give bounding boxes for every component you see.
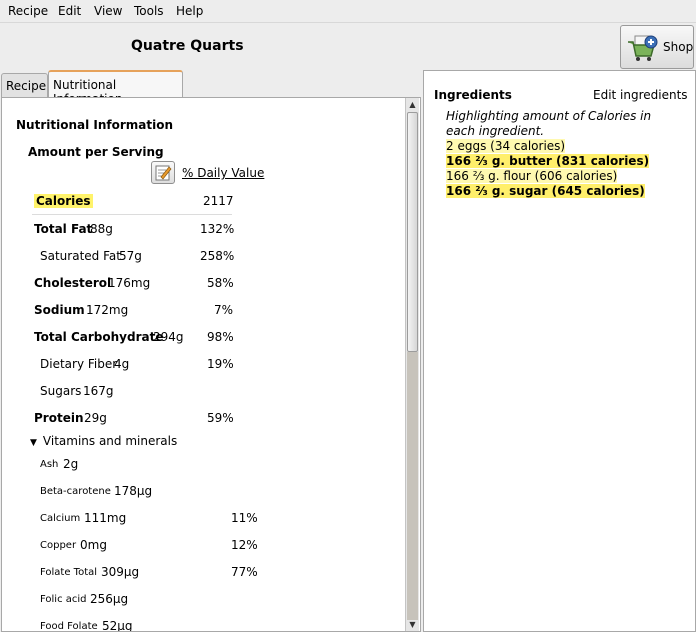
edit-daily-value-button[interactable] (151, 161, 175, 184)
scroll-down-icon[interactable]: ▼ (406, 619, 419, 631)
nutrient-name: Saturated Fat (40, 249, 121, 263)
ingredients-heading: Ingredients (434, 88, 512, 102)
nutrient-amount: 4g (114, 357, 130, 371)
edit-icon (155, 165, 172, 181)
scrollbar-thumb[interactable] (407, 112, 418, 352)
shopping-cart-icon (628, 35, 658, 61)
nutrient-amount: 172mg (86, 303, 129, 317)
nutrient-amount: 176mg (108, 276, 151, 290)
menu-help[interactable]: Help (176, 4, 203, 18)
vitamin-name: Folate Total (40, 567, 98, 578)
nutrition-panel: Nutritional Information Amount per Servi… (1, 97, 421, 632)
nutrient-name: Protein (34, 411, 84, 425)
menu-recipe[interactable]: Recipe (8, 4, 48, 18)
amount-per-serving-label: Amount per Serving (28, 145, 164, 159)
vitamin-name: Food Folate (40, 621, 98, 632)
nutrient-daily-value: 59% (207, 411, 234, 425)
vitamin-name: Copper (40, 540, 77, 551)
nutrient-name: Sugars (40, 384, 82, 398)
nutrient-amount: 29g (84, 411, 107, 425)
vitamins-expander[interactable]: ▼ Vitamins and minerals (30, 434, 177, 448)
shop-label: Shop (663, 40, 694, 54)
menu-edit[interactable]: Edit (58, 4, 81, 18)
highlight-note: Highlighting amount of Calories in each … (446, 109, 652, 138)
vitamin-name: Ash (40, 459, 59, 470)
nutrient-amount: 167g (83, 384, 114, 398)
ingredients-panel: Ingredients Edit ingredients Highlightin… (423, 70, 696, 632)
nutrient-name: Cholesterol (34, 276, 112, 290)
vitamin-amount: 111mg (84, 511, 127, 525)
ingredient-item: 166 ⅔ g. butter (831 calories) (446, 154, 650, 168)
nutrient-daily-value: 58% (207, 276, 234, 290)
daily-value-header[interactable]: % Daily Value (182, 166, 264, 180)
vitamin-name: Folic acid (40, 594, 87, 605)
nutrient-daily-value: 7% (214, 303, 234, 317)
vitamins-label: Vitamins and minerals (42, 434, 178, 448)
ingredient-item: 2 eggs (34 calories) (446, 139, 566, 153)
recipe-title: Quatre Quarts (131, 38, 244, 54)
nutrient-daily-value: 98% (207, 330, 234, 344)
tab-recipe[interactable]: Recipe (1, 73, 48, 97)
vitamin-amount: 178μg (114, 484, 153, 498)
vitamin-name: Calcium (40, 513, 81, 524)
vitamin-daily-value: 11% (231, 511, 258, 525)
nutrient-daily-value: 132% (200, 222, 235, 236)
scroll-up-icon[interactable]: ▲ (406, 99, 419, 111)
vitamin-amount: 309μg (101, 565, 140, 579)
nutrient-daily-value: 19% (207, 357, 234, 371)
menu-bar: Recipe Edit View Tools Help (0, 0, 696, 23)
edit-ingredients-link[interactable]: Edit ingredients (593, 88, 688, 102)
nutrient-amount: 294g (153, 330, 184, 344)
menu-tools[interactable]: Tools (134, 4, 164, 18)
vitamin-amount: 256μg (90, 592, 129, 606)
shop-button[interactable]: Shop (620, 25, 694, 69)
vitamin-amount: 52μg (102, 619, 133, 632)
nutrient-daily-value: 2117 (203, 194, 234, 208)
nutrient-amount: 88g (90, 222, 113, 236)
vitamin-name: Beta-carotene (40, 486, 111, 497)
ingredient-item: 166 ⅔ g. flour (606 calories) (446, 169, 618, 183)
nutrient-name: Sodium (34, 303, 85, 317)
nutrient-daily-value: 258% (200, 249, 235, 263)
nutrient-name: Total Carbohydrate (34, 330, 164, 344)
expander-arrow-icon: ▼ (30, 438, 37, 448)
vitamin-amount: 2g (63, 457, 79, 471)
nutrient-name: Dietary Fiber (40, 357, 118, 371)
tab-nutritional-information[interactable]: Nutritional Information (48, 70, 183, 106)
nutrient-amount: 57g (119, 249, 142, 263)
nutrient-name: Total Fat (34, 222, 93, 236)
vitamin-amount: 0mg (80, 538, 107, 552)
vertical-scrollbar[interactable]: ▲ ▼ (405, 98, 419, 631)
nutrition-heading: Nutritional Information (16, 118, 174, 132)
vitamin-daily-value: 77% (231, 565, 258, 579)
nutrient-name: Calories (34, 194, 93, 208)
vitamin-daily-value: 12% (231, 538, 258, 552)
divider (32, 214, 232, 215)
scrollbar-track[interactable] (407, 352, 418, 620)
ingredient-item: 166 ⅔ g. sugar (645 calories) (446, 184, 645, 198)
menu-view[interactable]: View (94, 4, 122, 18)
